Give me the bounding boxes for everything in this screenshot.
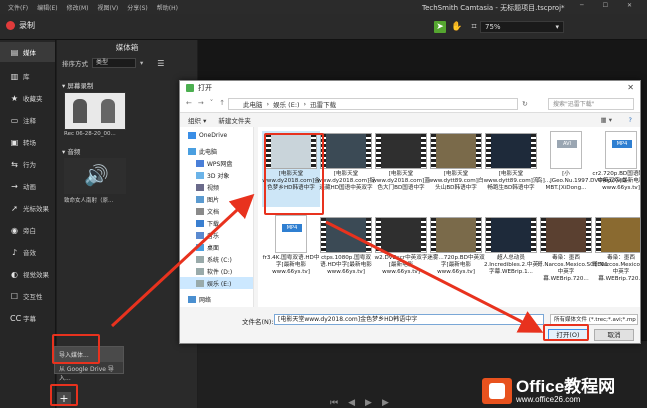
office-logo-icon: [482, 378, 512, 404]
logo-title: Office教程网: [516, 376, 616, 396]
logo-url: www.office26.com: [516, 394, 581, 404]
arrow-to-open: [325, 220, 544, 333]
arrow-to-file: [110, 193, 255, 328]
watermark-logo: Office教程网 www.office26.com: [482, 378, 615, 404]
annotation-arrows: [110, 193, 544, 333]
